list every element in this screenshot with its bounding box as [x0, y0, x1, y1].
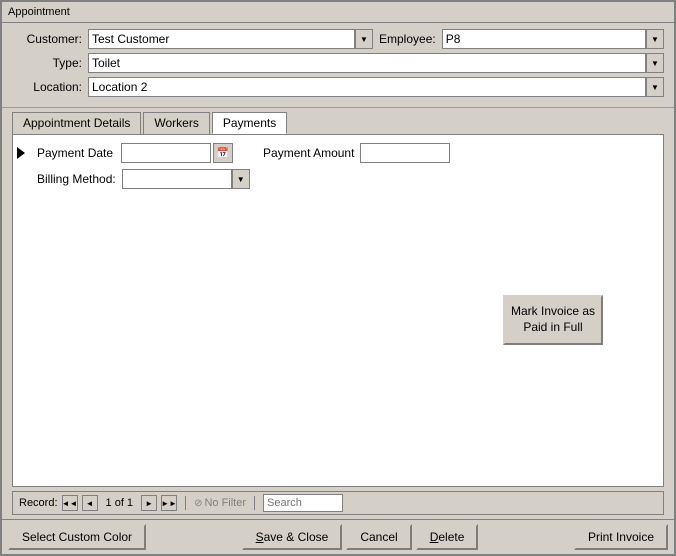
location-label: Location: — [12, 80, 82, 94]
billing-method-dropdown-btn[interactable]: ▼ — [232, 169, 250, 189]
nav-position: 1 of 1 — [106, 497, 134, 509]
location-input[interactable] — [88, 77, 646, 97]
customer-label: Customer: — [12, 32, 82, 46]
tab-payments[interactable]: Payments — [212, 112, 287, 134]
nav-divider — [185, 496, 186, 510]
select-custom-color-btn[interactable]: Select Custom Color — [8, 524, 146, 550]
search-input[interactable] — [263, 494, 343, 512]
billing-method-input[interactable] — [122, 169, 232, 189]
bottom-toolbar: Select Custom Color Save & Close Cancel … — [2, 519, 674, 554]
employee-label: Employee: — [379, 32, 436, 46]
window-title-text: Appointment — [8, 6, 70, 18]
payments-tab-content: Payment Date 📅 Payment Amount Billing Me… — [12, 134, 664, 487]
customer-dropdown-btn[interactable]: ▼ — [355, 29, 373, 49]
employee-dropdown-btn[interactable]: ▼ — [646, 29, 664, 49]
select-custom-color-label: Select Custom Color — [22, 530, 132, 544]
record-marker — [17, 147, 25, 159]
type-dropdown-btn[interactable]: ▼ — [646, 53, 664, 73]
tab-appointment-details[interactable]: Appointment Details — [12, 112, 141, 134]
billing-method-label: Billing Method: — [37, 172, 116, 186]
payment-date-amount-row: Payment Date 📅 Payment Amount — [37, 143, 655, 163]
nav-first-btn[interactable]: ◄◄ — [62, 495, 78, 511]
record-label: Record: — [19, 497, 58, 509]
window-title: Appointment — [2, 2, 674, 23]
employee-combo: ▼ — [442, 29, 664, 49]
type-input[interactable] — [88, 53, 646, 73]
print-invoice-btn[interactable]: Print Invoice — [574, 524, 668, 550]
record-nav-bar: Record: ◄◄ ◄ 1 of 1 ► ►► ⊘ No Filter — [12, 491, 664, 515]
tab-workers[interactable]: Workers — [143, 112, 209, 134]
payment-amount-label: Payment Amount — [263, 146, 354, 160]
calendar-btn[interactable]: 📅 — [213, 143, 233, 163]
type-row: Type: ▼ — [12, 53, 664, 73]
location-row: Location: ▼ — [12, 77, 664, 97]
type-label: Type: — [12, 56, 82, 70]
payment-date-group: Payment Date 📅 — [37, 143, 233, 163]
nav-prev-btn[interactable]: ◄ — [82, 495, 98, 511]
customer-combo: ▼ — [88, 29, 373, 49]
billing-method-combo: ▼ — [122, 169, 250, 189]
customer-row: Customer: ▼ Employee: ▼ — [12, 29, 664, 49]
delete-btn[interactable]: Delete — [416, 524, 479, 550]
cancel-label: Cancel — [360, 530, 397, 544]
appointment-window: Appointment Customer: ▼ Employee: ▼ Type… — [0, 0, 676, 556]
delete-label: Delete — [430, 530, 465, 544]
payment-date-input[interactable] — [121, 143, 211, 163]
customer-input[interactable] — [88, 29, 355, 49]
appointment-form: Customer: ▼ Employee: ▼ Type: ▼ Loc — [2, 23, 674, 108]
employee-section: Employee: ▼ — [379, 29, 664, 49]
save-close-label: Save & Close — [256, 530, 329, 544]
nav-divider2 — [254, 496, 255, 510]
payment-amount-input[interactable] — [360, 143, 450, 163]
no-filter-text: No Filter — [204, 497, 246, 509]
payment-amount-group: Payment Amount — [263, 143, 450, 163]
center-buttons: Save & Close Cancel Delete — [150, 524, 570, 550]
save-close-btn[interactable]: Save & Close — [242, 524, 343, 550]
mark-invoice-line1: Mark Invoice as — [511, 304, 595, 318]
nav-last-btn[interactable]: ►► — [161, 495, 177, 511]
print-invoice-label: Print Invoice — [588, 530, 654, 544]
no-filter-group: ⊘ No Filter — [194, 497, 246, 509]
billing-method-row: Billing Method: ▼ — [37, 169, 655, 189]
tabs-bar: Appointment Details Workers Payments — [2, 108, 674, 134]
payments-content: Payment Date 📅 Payment Amount Billing Me… — [21, 143, 655, 189]
mark-invoice-btn[interactable]: Mark Invoice as Paid in Full — [503, 295, 603, 345]
employee-input[interactable] — [442, 29, 646, 49]
location-combo: ▼ — [88, 77, 664, 97]
nav-next-btn[interactable]: ► — [141, 495, 157, 511]
location-dropdown-btn[interactable]: ▼ — [646, 77, 664, 97]
type-combo: ▼ — [88, 53, 664, 73]
cancel-btn[interactable]: Cancel — [346, 524, 411, 550]
payment-date-label: Payment Date — [37, 146, 113, 160]
funnel-icon: ⊘ — [194, 498, 202, 509]
mark-invoice-line2: Paid in Full — [523, 320, 582, 334]
